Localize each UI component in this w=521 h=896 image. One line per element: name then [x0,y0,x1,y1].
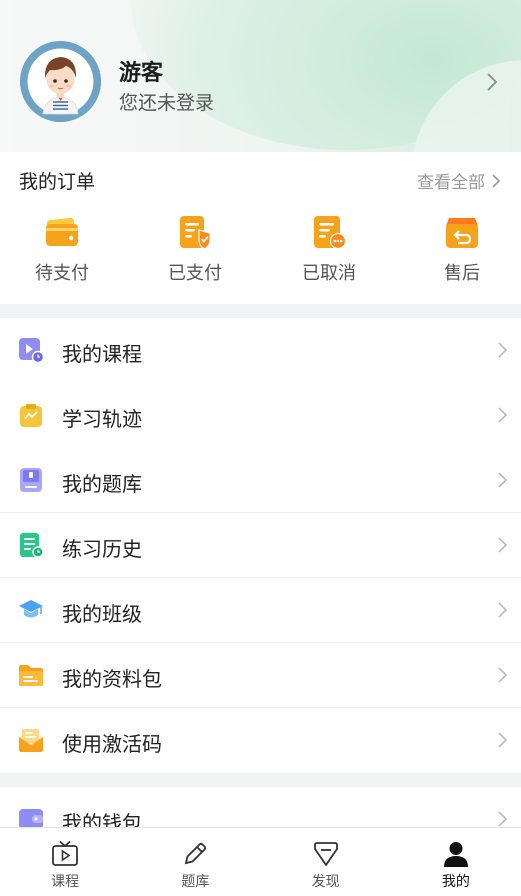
menu-item-my-materials[interactable]: 我的资料包 [0,643,521,708]
menu-label: 我的资料包 [62,667,162,691]
learning-trend-icon [20,404,42,427]
pencil-icon [185,842,207,865]
tab-discover[interactable]: 发现 [261,828,391,896]
course-video-icon [19,338,44,363]
order-paid[interactable]: 已支付 [150,214,240,285]
menu-item-my-question-bank[interactable]: 我的题库 [0,448,521,513]
menu-label: 我的题库 [62,472,142,496]
order-after-sales[interactable]: 售后 [417,214,507,285]
graduation-cap-icon [19,600,43,618]
menu-label: 练习历史 [62,537,142,561]
menu-item-activation-code[interactable]: 使用激活码 [0,708,521,773]
order-label: 已支付 [168,263,222,284]
tab-question-bank[interactable]: 题库 [130,828,260,896]
menu-item-my-courses[interactable]: 我的课程 [0,318,521,383]
menu-list: 我的课程 学习轨迹 我的题库 练习历史 我的班级 我的资料包 使用激活码 [0,318,521,773]
chevron-right-icon [498,472,508,488]
chevron-right-icon [498,667,508,683]
tab-label: 发现 [311,874,340,890]
activation-envelope-icon [18,729,44,752]
tab-mine[interactable]: 我的 [391,828,521,896]
menu-label: 我的钱包 [62,811,142,827]
wallet-icon [46,217,78,246]
tv-icon [52,840,79,866]
tab-label: 我的 [441,874,470,890]
view-all-label: 查看全部 [417,173,485,193]
wallet-purple-icon [19,809,43,827]
menu-item-my-wallet[interactable]: 我的钱包 [0,787,521,827]
cancelled-document-icon [314,216,347,250]
person-icon [443,842,468,867]
menu-item-learning-track[interactable]: 学习轨迹 [0,383,521,448]
chevron-right-icon [498,602,508,618]
return-box-icon [446,218,478,248]
menu-label: 我的课程 [62,342,142,366]
login-prompt[interactable]: 您还未登录 [119,88,214,115]
chevron-right-icon [498,342,508,358]
chevron-right-icon [498,407,508,423]
order-cancelled[interactable]: 已取消 [284,214,374,285]
discover-icon [313,842,338,866]
orders-title: 我的订单 [19,171,96,193]
tab-label: 题库 [181,874,210,890]
chevron-right-icon [498,811,508,827]
bottom-tab-bar: 课程 题库 发现 我的 [0,827,521,896]
view-all-orders-link[interactable]: 查看全部 [417,168,503,193]
tab-label: 课程 [51,874,80,890]
paid-document-icon [180,216,211,250]
menu-label: 学习轨迹 [62,407,142,431]
order-label: 待支付 [35,263,89,284]
menu-item-practice-history[interactable]: 练习历史 [0,513,521,578]
order-label: 售后 [444,263,480,284]
profile-header[interactable]: 游客 您还未登录 [0,0,521,152]
chevron-right-icon[interactable] [482,72,502,92]
user-name: 游客 [119,61,164,86]
order-label: 已取消 [302,263,356,284]
tab-courses[interactable]: 课程 [0,828,130,896]
menu-label: 我的班级 [62,602,142,626]
menu-item-my-class[interactable]: 我的班级 [0,578,521,643]
order-pending-payment[interactable]: 待支付 [17,214,107,285]
folder-icon [19,665,43,686]
avatar[interactable] [20,41,101,122]
menu-label: 使用激活码 [62,732,162,756]
orders-section: 我的订单 查看全部 待支付 已支付 已取消 售后 [0,152,521,304]
chevron-right-icon [498,732,508,748]
menu-list-secondary: 我的钱包 [0,787,521,827]
chevron-right-icon [492,173,501,188]
practice-history-icon [20,533,44,558]
question-bank-icon [20,468,42,492]
chevron-right-icon [498,537,508,553]
